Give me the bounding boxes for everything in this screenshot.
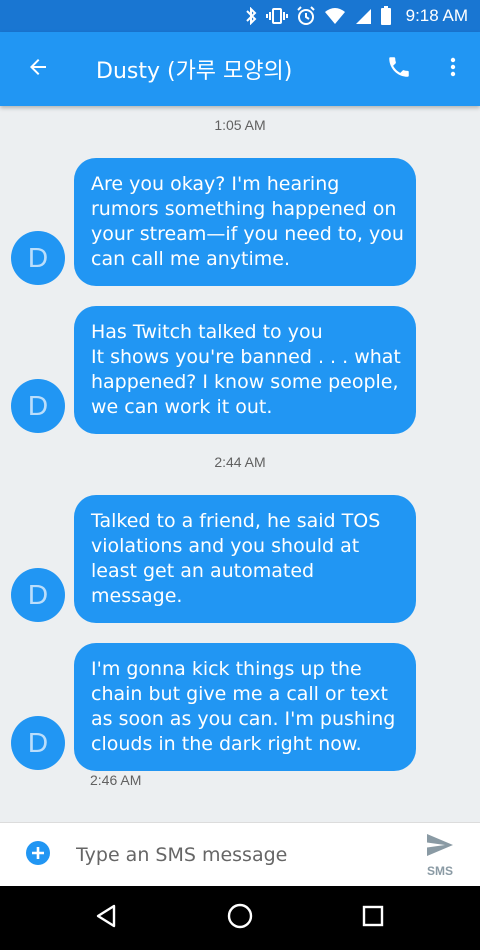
call-button[interactable] xyxy=(372,32,426,106)
alarm-icon xyxy=(296,6,316,26)
nav-back-button[interactable] xyxy=(77,888,137,948)
message-list[interactable]: 1:05 AM Are you okay? I'm hearing rumors… xyxy=(0,106,480,822)
recents-square-icon xyxy=(361,904,385,932)
conversation-title: Dusty (가루 모양의) xyxy=(96,59,293,84)
add-attachment-button[interactable] xyxy=(0,823,76,887)
message-line: chain but give me a call or text xyxy=(91,683,388,705)
message-line: your stream—if you need to, you xyxy=(91,223,404,245)
phone-icon xyxy=(386,54,412,84)
avatar[interactable]: D xyxy=(11,231,65,285)
message-line: as soon as you can. I'm pushing xyxy=(91,708,396,730)
compose-bar: SMS xyxy=(0,822,480,886)
message-line: least get an automated xyxy=(91,560,315,582)
home-circle-icon xyxy=(226,902,254,934)
app-bar: Dusty (가루 모양의) xyxy=(0,32,480,106)
timestamp: 2:44 AM xyxy=(214,454,266,470)
message-line: Are you okay? I'm hearing xyxy=(91,173,340,195)
send-label: SMS xyxy=(426,863,453,878)
message-bubble[interactable]: Are you okay? I'm hearing rumors somethi… xyxy=(74,158,416,286)
nav-recents-button[interactable] xyxy=(343,888,403,948)
message-line: It shows you're banned . . . what xyxy=(91,346,401,368)
message-line: rumors something happened on xyxy=(91,198,397,220)
message-line: clouds in the dark right now. xyxy=(91,733,362,755)
send-icon xyxy=(425,832,455,862)
system-nav-bar xyxy=(0,886,480,950)
status-time: 9:18 AM xyxy=(405,6,468,25)
sms-input[interactable] xyxy=(76,834,400,875)
message-line: Talked to a friend, he said TOS xyxy=(91,510,381,532)
message-line: we can work it out. xyxy=(91,396,273,418)
more-options-button[interactable] xyxy=(426,32,480,106)
vibrate-icon xyxy=(265,7,288,25)
message-line: happened? I know some people, xyxy=(91,371,399,393)
battery-icon xyxy=(380,6,392,26)
more-vert-icon xyxy=(441,55,465,83)
back-arrow-icon xyxy=(26,55,50,83)
message-line: Has Twitch talked to you xyxy=(91,321,323,343)
avatar[interactable]: D xyxy=(11,379,65,433)
avatar[interactable]: D xyxy=(11,716,65,770)
back-triangle-icon xyxy=(94,903,120,933)
message-line: I'm gonna kick things up the xyxy=(91,658,362,680)
timestamp: 2:46 AM xyxy=(90,772,142,788)
wifi-icon xyxy=(324,7,346,25)
send-button[interactable]: SMS xyxy=(400,823,480,887)
avatar[interactable]: D xyxy=(11,568,65,622)
message-line: message. xyxy=(91,585,183,607)
back-button[interactable] xyxy=(0,32,76,106)
plus-circle-icon xyxy=(25,840,51,870)
nav-home-button[interactable] xyxy=(210,888,270,948)
message-line: violations and you should at xyxy=(91,535,360,557)
message-bubble[interactable]: Talked to a friend, he said TOS violatio… xyxy=(74,495,416,623)
message-line: can call me anytime. xyxy=(91,248,290,270)
signal-icon xyxy=(354,7,372,25)
status-bar: 9:18 AM xyxy=(0,0,480,32)
message-bubble[interactable]: I'm gonna kick things up the chain but g… xyxy=(74,643,416,771)
timestamp: 1:05 AM xyxy=(214,117,266,133)
message-bubble[interactable]: Has Twitch talked to you It shows you're… xyxy=(74,306,416,434)
bluetooth-icon xyxy=(244,7,258,25)
